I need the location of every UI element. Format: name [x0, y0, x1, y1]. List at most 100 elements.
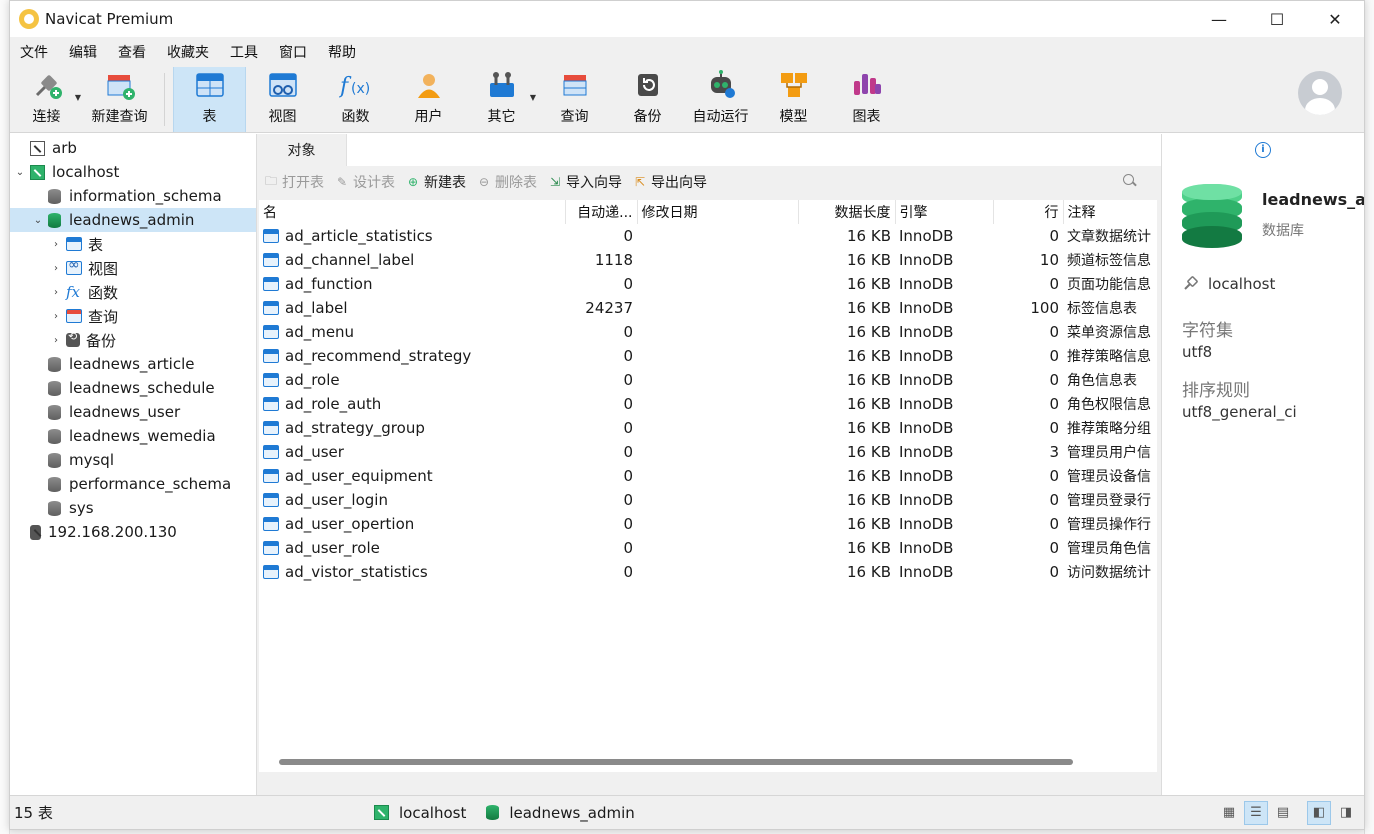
query-button[interactable]: 查询	[538, 67, 611, 132]
user-icon	[412, 68, 446, 102]
engine-cell: InnoDB	[899, 347, 954, 365]
table-row[interactable]: ad_article_statistics 0 16 KB InnoDB 0 文章数据统计	[259, 224, 1157, 248]
menu-edit[interactable]: 编辑	[67, 42, 112, 62]
status-object-count: 15 表	[14, 804, 53, 822]
view-button[interactable]: 视图	[246, 67, 319, 132]
tree-item-database[interactable]: leadnews_wemedia	[10, 424, 256, 448]
table-row[interactable]: ad_user 0 16 KB InnoDB 3 管理员用户信	[259, 440, 1157, 464]
maximize-button[interactable]: ☐	[1248, 1, 1306, 37]
table-row[interactable]: ad_role 0 16 KB InnoDB 0 角色信息表	[259, 368, 1157, 392]
tree-item-database[interactable]: performance_schema	[10, 472, 256, 496]
table-name-cell: ad_channel_label	[259, 248, 565, 272]
menu-help[interactable]: 帮助	[326, 42, 371, 62]
menu-file[interactable]: 文件	[18, 42, 63, 62]
tree-item-leadnews-admin[interactable]: ⌄ leadnews_admin	[10, 208, 256, 232]
modified-date-cell	[637, 296, 798, 320]
grid-view-icon[interactable]: ▦	[1217, 801, 1241, 825]
tree-item-arb[interactable]: arb	[10, 136, 256, 160]
other-dropdown-icon[interactable]: ▼	[530, 93, 536, 102]
new-query-label: 新建查询	[91, 109, 148, 125]
connect-dropdown-icon[interactable]: ▼	[75, 93, 81, 102]
tree-item-tables[interactable]: › 表	[10, 232, 256, 256]
info-panel: i leadnews_a 数据库 localhost 字符集 utf8 排序规则…	[1161, 134, 1364, 795]
delete-table-button[interactable]: ⊖ 删除表	[476, 172, 537, 192]
tree-item-views[interactable]: › 视图	[10, 256, 256, 280]
tab-objects[interactable]: 对象	[257, 134, 347, 166]
table-name-cell: ad_user_login	[259, 488, 565, 512]
comment-cell: 管理员操作行	[1067, 517, 1151, 533]
tree-item-database[interactable]: leadnews_article	[10, 352, 256, 376]
menu-favorites[interactable]: 收藏夹	[165, 42, 224, 62]
tree-item-database[interactable]: mysql	[10, 448, 256, 472]
table-row[interactable]: ad_user_equipment 0 16 KB InnoDB 0 管理员设备信	[259, 464, 1157, 488]
tree-item-database[interactable]: leadnews_user	[10, 400, 256, 424]
open-table-button[interactable]: 🗀 打开表	[263, 172, 324, 192]
table-row[interactable]: ad_vistor_statistics 0 16 KB InnoDB 0 访问数据统计	[259, 560, 1157, 584]
table-row[interactable]: ad_user_opertion 0 16 KB InnoDB 0 管理员操作行	[259, 512, 1157, 536]
user-button[interactable]: 用户	[392, 67, 465, 132]
chevron-right-icon[interactable]: ›	[46, 311, 66, 322]
data-length-cell: 16 KB	[847, 371, 891, 389]
tree-item-localhost[interactable]: ⌄ localhost	[10, 160, 256, 184]
column-header-rows[interactable]: 行	[993, 200, 1064, 224]
connect-button[interactable]: 连接 ▼	[10, 67, 83, 132]
model-button[interactable]: 模型	[757, 67, 830, 132]
menu-view[interactable]: 查看	[116, 42, 161, 62]
table-row[interactable]: ad_label 24237 16 KB InnoDB 100 标签信息表	[259, 296, 1157, 320]
other-button[interactable]: 其它 ▼	[465, 67, 538, 132]
import-wizard-button[interactable]: ⇲ 导入向导	[547, 172, 622, 192]
user-avatar[interactable]	[1298, 71, 1342, 115]
chevron-right-icon[interactable]: ›	[46, 335, 66, 346]
design-table-button[interactable]: ✎ 设计表	[334, 172, 395, 192]
minimize-button[interactable]: —	[1190, 1, 1248, 37]
comment-cell: 菜单资源信息	[1067, 325, 1151, 341]
table-row[interactable]: ad_user_login 0 16 KB InnoDB 0 管理员登录行	[259, 488, 1157, 512]
table-row[interactable]: ad_menu 0 16 KB InnoDB 0 菜单资源信息	[259, 320, 1157, 344]
table-row[interactable]: ad_recommend_strategy 0 16 KB InnoDB 0 推荐策略信息	[259, 344, 1157, 368]
chevron-right-icon[interactable]: ›	[46, 239, 66, 250]
list-view-icon[interactable]: ☰	[1244, 800, 1268, 825]
info-icon[interactable]: i	[1255, 142, 1271, 158]
tree-item-functions[interactable]: › fx 函数	[10, 280, 256, 304]
table-row[interactable]: ad_channel_label 1118 16 KB InnoDB 10 频道标签信息	[259, 248, 1157, 272]
right-panel-toggle-icon[interactable]: ◨	[1334, 801, 1358, 825]
tree-item-queries[interactable]: › 查询	[10, 304, 256, 328]
new-query-button[interactable]: 新建查询	[83, 67, 156, 132]
chevron-right-icon[interactable]: ›	[46, 263, 66, 274]
tree-item-remote-connection[interactable]: 192.168.200.130	[10, 520, 256, 544]
table-icon	[263, 421, 279, 435]
close-button[interactable]: ✕	[1306, 1, 1364, 37]
column-header-name[interactable]: 名	[259, 200, 566, 224]
auto-run-button[interactable]: 自动运行	[684, 67, 757, 132]
search-icon[interactable]	[1123, 174, 1137, 188]
column-header-modified[interactable]: 修改日期	[637, 200, 799, 224]
tree-item-information-schema[interactable]: information_schema	[10, 184, 256, 208]
table-row[interactable]: ad_strategy_group 0 16 KB InnoDB 0 推荐策略分组	[259, 416, 1157, 440]
expand-arrow-icon[interactable]: ⌄	[10, 167, 30, 178]
backup-button[interactable]: 备份	[611, 67, 684, 132]
column-header-engine[interactable]: 引擎	[895, 200, 994, 224]
table-name-cell: ad_user_opertion	[259, 512, 565, 536]
tree-item-database[interactable]: leadnews_schedule	[10, 376, 256, 400]
menu-window[interactable]: 窗口	[277, 42, 322, 62]
column-header-comment[interactable]: 注释	[1063, 200, 1157, 224]
detail-view-icon[interactable]: ▤	[1271, 801, 1295, 825]
chart-button[interactable]: 图表	[830, 67, 903, 132]
tree-item-database[interactable]: sys	[10, 496, 256, 520]
left-panel-toggle-icon[interactable]: ◧	[1307, 800, 1331, 825]
tree-item-backups[interactable]: › 备份	[10, 328, 256, 352]
horizontal-scrollbar[interactable]	[279, 759, 1073, 765]
table-row[interactable]: ad_function 0 16 KB InnoDB 0 页面功能信息	[259, 272, 1157, 296]
column-header-auto-increment[interactable]: 自动递...	[565, 200, 638, 224]
chevron-right-icon[interactable]: ›	[46, 287, 66, 298]
table-row[interactable]: ad_user_role 0 16 KB InnoDB 0 管理员角色信	[259, 536, 1157, 560]
table-row[interactable]: ad_role_auth 0 16 KB InnoDB 0 角色权限信息	[259, 392, 1157, 416]
column-header-data-length[interactable]: 数据长度	[798, 200, 896, 224]
function-button[interactable]: f (x) 函数	[319, 67, 392, 132]
expand-arrow-icon[interactable]: ⌄	[28, 215, 48, 226]
new-table-button[interactable]: ⊕ 新建表	[405, 172, 466, 192]
table-button[interactable]: 表	[173, 67, 246, 132]
info-db-type: 数据库	[1262, 223, 1304, 239]
export-wizard-button[interactable]: ⇱ 导出向导	[632, 172, 707, 192]
menu-tools[interactable]: 工具	[228, 42, 273, 62]
